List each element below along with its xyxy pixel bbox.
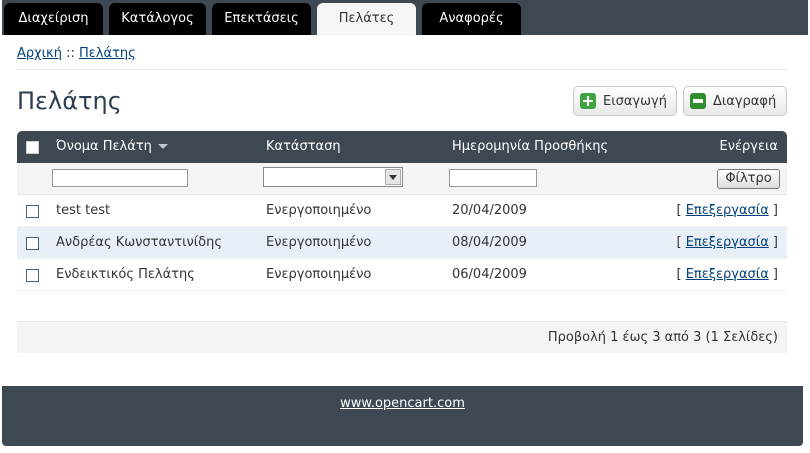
footer-link[interactable]: www.opencart.com — [2, 396, 803, 411]
insert-button-label: Εισαγωγή — [603, 93, 667, 109]
table-header: Όνομα Πελάτη Κατάσταση Ημερομηνία Προσθή… — [17, 131, 787, 163]
plus-icon — [580, 93, 596, 109]
edit-link[interactable]: Επεξεργασία — [686, 267, 769, 282]
customer-status: Ενεργοποιημένο — [266, 203, 372, 218]
edit-link[interactable]: Επεξεργασία — [686, 235, 769, 250]
column-header-name[interactable]: Όνομα Πελάτη — [56, 131, 168, 163]
filter-button[interactable]: Φίλτρο — [717, 169, 780, 189]
row-checkbox[interactable] — [26, 269, 39, 282]
tab-extensions[interactable]: Επεκτάσεις — [212, 3, 311, 35]
filter-name-input[interactable] — [52, 169, 188, 187]
table-row: test test Ενεργοποιημένο 20/04/2009 [ Επ… — [17, 195, 787, 227]
sort-down-icon — [157, 144, 168, 149]
bracket-close: ] — [768, 267, 778, 282]
page-title: Πελάτης — [17, 87, 122, 115]
column-header-action: Ενέργεια — [719, 139, 778, 154]
column-header-date-added[interactable]: Ημερομηνία Προσθήκης — [452, 131, 608, 163]
row-action: [ Επεξεργασία ] — [676, 259, 778, 291]
table-row: Ενδεικτικός Πελάτης Ενεργοποιημένο 06/04… — [17, 259, 787, 291]
delete-button-label: Διαγραφή — [713, 93, 777, 109]
customer-status: Ενεργοποιημένο — [266, 235, 372, 250]
tab-administration[interactable]: Διαχείριση — [4, 3, 103, 35]
filter-status-select[interactable] — [263, 167, 403, 187]
bracket-open: [ — [676, 267, 686, 282]
customer-date-added: 08/04/2009 — [452, 235, 527, 250]
bracket-open: [ — [676, 203, 686, 218]
customer-date-added: 06/04/2009 — [452, 267, 527, 282]
customer-name: Ανδρέας Κωνσταντινίδης — [56, 235, 222, 250]
minus-icon — [690, 93, 706, 109]
column-header-name-label: Όνομα Πελάτη — [56, 139, 152, 154]
breadcrumb-separator: :: — [61, 46, 79, 61]
customer-name: Ενδεικτικός Πελάτης — [56, 267, 195, 282]
customer-status: Ενεργοποιημένο — [266, 267, 372, 282]
bracket-open: [ — [676, 235, 686, 250]
edit-link[interactable]: Επεξεργασία — [686, 203, 769, 218]
row-action: [ Επεξεργασία ] — [676, 227, 778, 259]
customer-name: test test — [56, 203, 111, 218]
column-header-status[interactable]: Κατάσταση — [266, 131, 341, 163]
breadcrumb-home-link[interactable]: Αρχική — [17, 46, 62, 61]
breadcrumb-current-link[interactable]: Πελάτης — [79, 46, 136, 61]
tab-reports[interactable]: Αναφορές — [422, 3, 521, 35]
select-all-checkbox[interactable] — [26, 141, 39, 154]
bracket-close: ] — [768, 203, 778, 218]
customer-date-added: 20/04/2009 — [452, 203, 527, 218]
table-row: Ανδρέας Κωνσταντινίδης Ενεργοποιημένο 08… — [17, 227, 787, 259]
filter-row: Φίλτρο — [17, 163, 787, 195]
bracket-close: ] — [768, 235, 778, 250]
tab-catalog[interactable]: Κατάλογος — [109, 3, 206, 35]
pagination-text: Προβολή 1 έως 3 από 3 (1 Σελίδες) — [547, 330, 778, 345]
delete-button[interactable]: Διαγραφή — [683, 86, 787, 116]
footer: www.opencart.com — [2, 386, 803, 446]
insert-button[interactable]: Εισαγωγή — [573, 86, 677, 116]
tab-customers[interactable]: Πελάτες — [317, 3, 416, 35]
filter-date-input[interactable] — [449, 169, 537, 187]
top-nav: Διαχείριση Κατάλογος Επεκτάσεις Πελάτες … — [2, 0, 808, 35]
content-area: Αρχική :: Πελάτης Πελάτης Εισαγωγή Διαγρ… — [2, 35, 808, 385]
row-checkbox[interactable] — [26, 205, 39, 218]
pagination: Προβολή 1 έως 3 από 3 (1 Σελίδες) — [17, 321, 787, 353]
chevron-down-icon — [385, 169, 401, 185]
row-action: [ Επεξεργασία ] — [676, 195, 778, 227]
breadcrumb: Αρχική :: Πελάτης — [17, 46, 136, 61]
divider — [17, 69, 787, 70]
row-checkbox[interactable] — [26, 237, 39, 250]
